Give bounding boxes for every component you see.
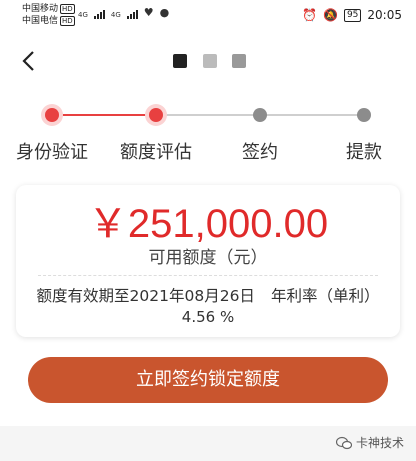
credit-amount-card: ￥251,000.00 可用额度（元） 额度有效期至2021年08月26日 年利率… [16,185,400,337]
signal-icon [126,10,138,19]
hd-badge: HD [60,4,75,14]
main-card: 身份验证 额度评估 签约 提款 ￥251,000.00 可用额度（元） 额度有效… [0,92,416,426]
message-icon: ● [159,6,170,19]
wechat-icon [335,436,352,449]
status-time: 20:05 [367,8,402,22]
watermark-text: 卡神技术 [355,436,404,450]
sign-lock-credit-button[interactable]: 立即签约锁定额度 [28,357,388,403]
step-label-4: 提款 [346,142,382,163]
rate-label: 年利率（单利） [270,287,380,305]
validity-text: 额度有效期至2021年08月26日 [36,287,255,305]
network-type-1: 4G [78,11,88,19]
nav-bar [0,32,416,92]
back-arrow-icon[interactable] [14,46,44,76]
carrier-2: 中国电信 [22,16,59,26]
redacted-title [232,54,246,68]
redacted-title [173,54,187,68]
step-label-3: 签约 [242,142,278,163]
status-bar: 中国移动 HD 中国电信 HD 4G 4G ♥ ● ⏰ 🔕 95 20:05 [0,0,416,32]
credit-amount: ￥251,000.00 [87,202,329,246]
network-type-2: 4G [110,11,121,19]
carrier-info: 中国移动 HD 中国电信 HD [22,3,75,27]
step-label-2: 额度评估 [120,142,192,163]
step-dot-2 [149,108,163,122]
watermark: 卡神技术 [335,434,404,451]
mute-icon: 🔕 [323,8,338,22]
step-line-done [52,114,156,116]
divider [38,275,378,276]
credit-info: 额度有效期至2021年08月26日 年利率（单利） [16,284,400,306]
rate-value: 4.56 % [181,308,235,326]
signal-indicators: 4G 4G ♥ ● [78,6,169,19]
hd-badge: HD [60,16,75,26]
credit-amount-label: 可用额度（元） [148,248,268,268]
step-dot-3 [253,108,267,122]
signal-icon [93,10,105,19]
carrier-1: 中国移动 [22,4,59,14]
step-dot-1 [45,108,59,122]
step-dot-4 [357,108,371,122]
redacted-title [203,54,217,68]
step-label-1: 身份验证 [16,142,88,163]
alarm-icon: ⏰ [302,8,317,22]
heart-icon: ♥ [143,6,154,19]
status-right: ⏰ 🔕 95 20:05 [302,8,402,22]
battery-icon: 95 [343,8,362,22]
